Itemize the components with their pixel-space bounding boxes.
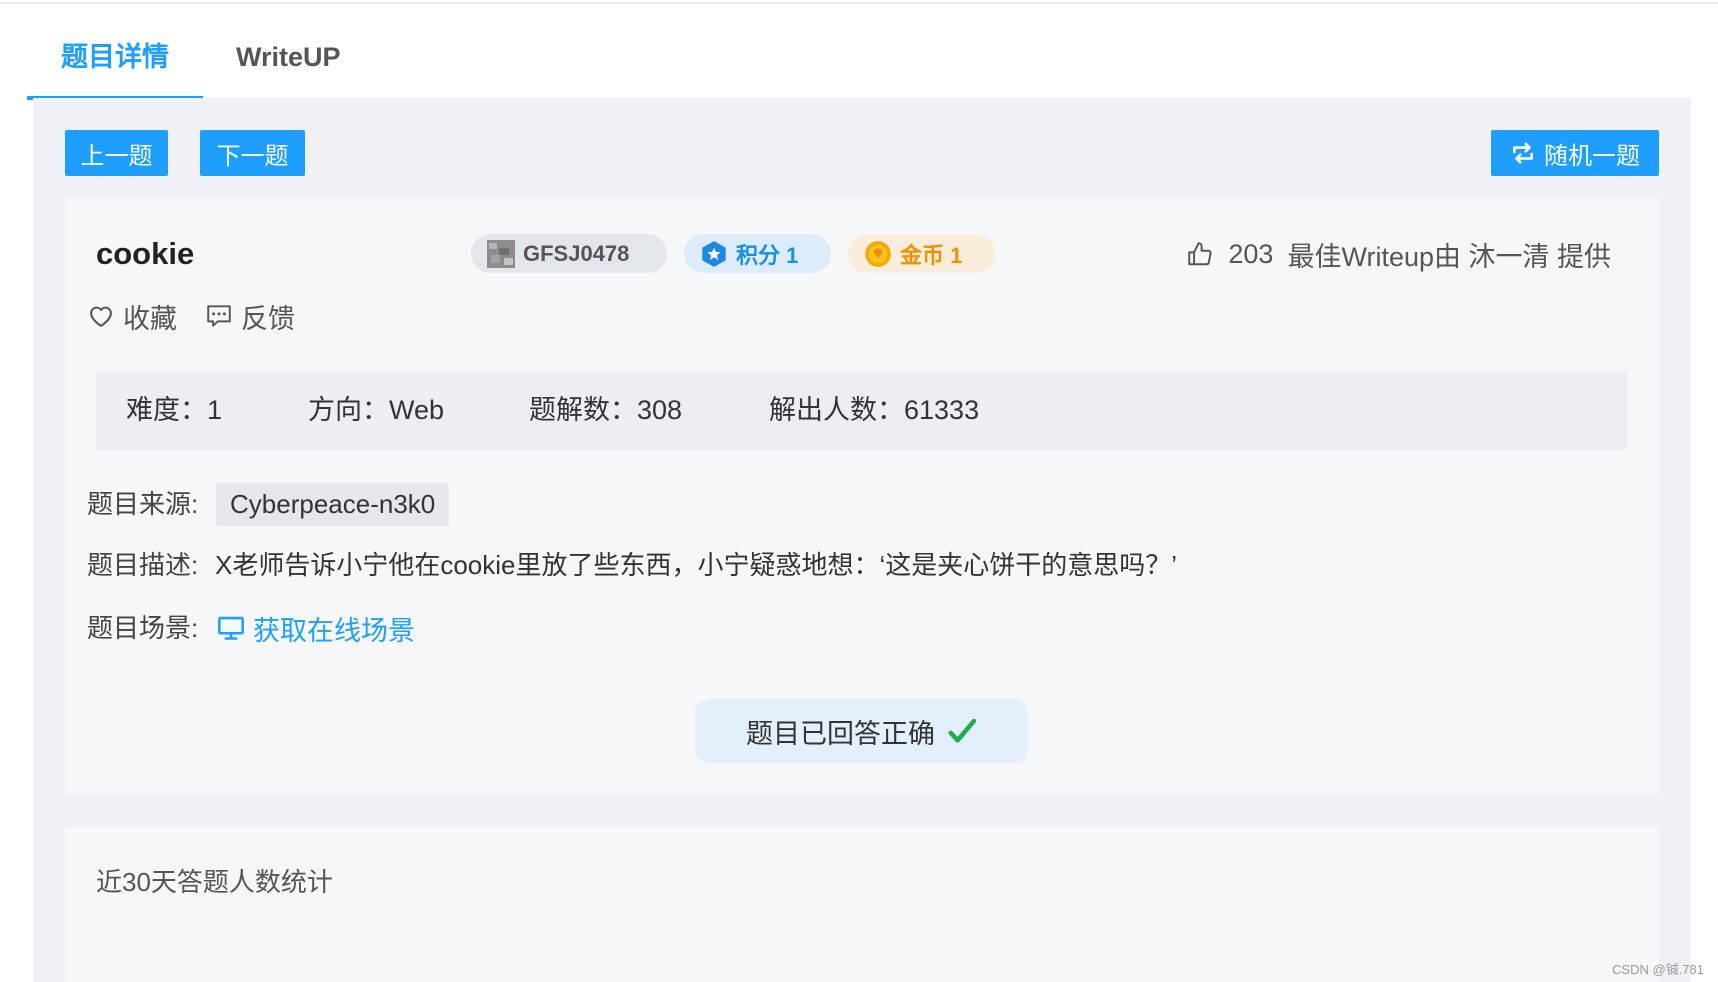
top-divider xyxy=(0,2,1718,4)
writeups-value: 308 xyxy=(637,395,683,425)
get-scene-link[interactable]: 获取在线场景 xyxy=(217,610,415,646)
source-label: 题目来源: xyxy=(87,489,199,519)
favorite-button[interactable]: 收藏 xyxy=(87,298,177,334)
description-text: X老师告诉小宁他在cookie里放了些东西，小宁疑惑地想：‘这是夹心饼干的意思吗… xyxy=(215,550,1178,580)
challenge-thumbnail-icon xyxy=(487,239,515,268)
watermark: CSDN @铖.781 xyxy=(1612,962,1704,977)
monitor-icon xyxy=(218,616,244,640)
get-scene-label: 获取在线场景 xyxy=(253,615,415,646)
category-stat: 方向：Web xyxy=(308,392,444,428)
score-badge: 积分 1 xyxy=(684,234,831,273)
coin-badge: 金币 1 xyxy=(848,234,996,273)
solver-stats-card: 近30天答题人数统计 xyxy=(65,827,1659,982)
next-challenge-button[interactable]: 下一题 xyxy=(200,130,305,176)
writeups-stat: 题解数：308 xyxy=(529,392,682,428)
category-value: Web xyxy=(389,395,445,425)
challenge-card: cookie GFSJ0478 积分 1 金币 1 203 最佳Writeup由… xyxy=(65,198,1659,794)
feedback-button[interactable]: 反馈 xyxy=(205,298,295,334)
coin-value: 金币 1 xyxy=(900,242,963,268)
writeups-label: 题解数： xyxy=(529,395,637,425)
thumbs-up-icon[interactable] xyxy=(1186,240,1214,268)
writeup-meta: 203 最佳Writeup由 沐一清 提供 xyxy=(1186,234,1611,274)
solvers-stat: 解出人数：61333 xyxy=(769,392,979,428)
score-hexagon-icon xyxy=(702,240,726,267)
challenge-stats-bar: 难度：1 方向：Web 题解数：308 解出人数：61333 xyxy=(96,371,1627,450)
checkmark-icon xyxy=(948,718,977,743)
swap-icon xyxy=(1513,142,1533,164)
description-label: 题目描述: xyxy=(87,550,199,580)
answered-status-text: 题目已回答正确 xyxy=(746,718,935,749)
solver-stats-title: 近30天答题人数统计 xyxy=(96,867,333,897)
score-value: 积分 1 xyxy=(736,242,799,268)
next-challenge-label: 下一题 xyxy=(216,142,289,170)
tab-writeup[interactable]: WriteUP xyxy=(236,34,341,80)
difficulty-stat: 难度：1 xyxy=(126,392,222,428)
prev-challenge-button[interactable]: 上一题 xyxy=(65,130,168,176)
feedback-label: 反馈 xyxy=(241,303,295,334)
category-label: 方向： xyxy=(308,395,389,425)
tab-details[interactable]: 题目详情 xyxy=(27,34,203,80)
solvers-value: 61333 xyxy=(904,395,980,425)
random-challenge-label: 随机一题 xyxy=(1544,142,1640,170)
favorite-label: 收藏 xyxy=(123,303,177,334)
difficulty-label: 难度： xyxy=(126,395,207,425)
source-tag: Cyberpeace-n3k0 xyxy=(216,483,450,526)
heart-icon xyxy=(90,306,112,327)
scene-label: 题目场景: xyxy=(87,613,199,643)
prev-challenge-label: 上一题 xyxy=(80,142,153,170)
random-challenge-button[interactable]: 随机一题 xyxy=(1491,130,1659,176)
writeup-credit[interactable]: 最佳Writeup由 沐一清 提供 xyxy=(1287,235,1611,274)
answered-status: 题目已回答正确 xyxy=(695,699,1028,763)
difficulty-value: 1 xyxy=(207,395,223,425)
solvers-label: 解出人数： xyxy=(769,395,904,425)
challenge-code: GFSJ0478 xyxy=(523,240,630,266)
gold-coin-icon xyxy=(865,240,891,267)
challenge-title: cookie xyxy=(96,236,195,271)
chat-bubble-icon xyxy=(207,305,231,327)
challenge-code-badge: GFSJ0478 xyxy=(471,234,667,273)
likes-count: 203 xyxy=(1228,238,1274,269)
